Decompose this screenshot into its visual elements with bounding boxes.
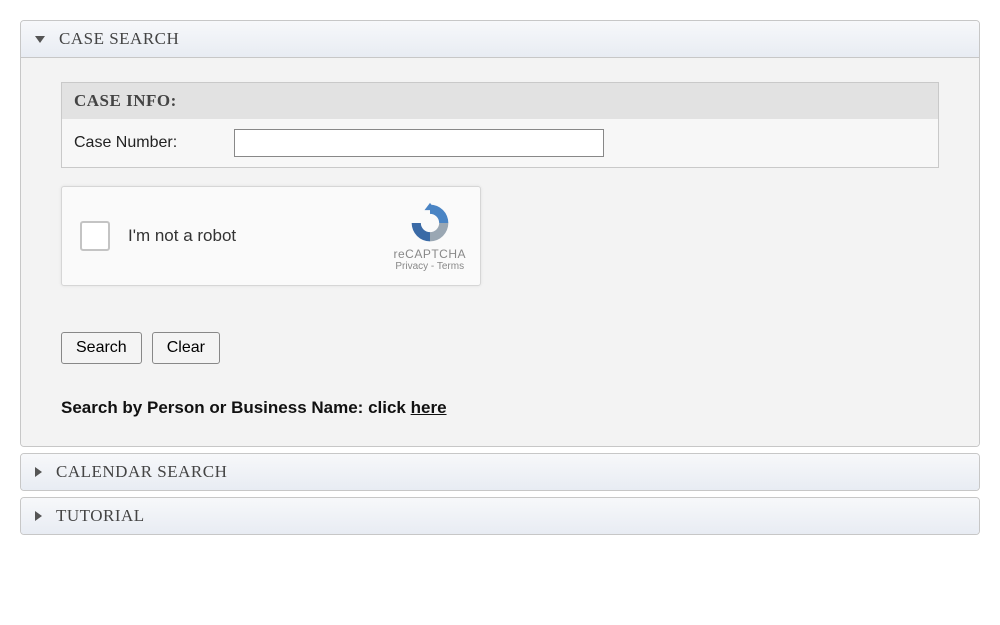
case-number-input[interactable] <box>234 129 604 157</box>
alt-search-line: Search by Person or Business Name: click… <box>61 398 939 418</box>
accordion-header-tutorial[interactable]: TUTORIAL <box>21 498 979 534</box>
case-number-label: Case Number: <box>74 134 234 152</box>
recaptcha-right: reCAPTCHA Privacy - Terms <box>393 201 466 272</box>
accordion-title-case-search: CASE SEARCH <box>59 29 179 49</box>
accordion-tutorial: TUTORIAL <box>20 497 980 535</box>
chevron-down-icon <box>35 36 45 43</box>
recaptcha-links[interactable]: Privacy - Terms <box>393 261 466 272</box>
accordion-calendar-search: CALENDAR SEARCH <box>20 453 980 491</box>
case-info-box: CASE INFO: Case Number: <box>61 82 939 168</box>
recaptcha-label: I'm not a robot <box>128 226 236 246</box>
alt-search-prefix: Search by Person or Business Name: click <box>61 398 411 417</box>
accordion-header-case-search[interactable]: CASE SEARCH <box>21 21 979 58</box>
chevron-right-icon <box>35 467 42 477</box>
alt-search-link[interactable]: here <box>411 398 447 417</box>
recaptcha-logo-icon <box>408 201 452 245</box>
chevron-right-icon <box>35 511 42 521</box>
recaptcha-checkbox[interactable] <box>80 221 110 251</box>
accordion-case-search: CASE SEARCH CASE INFO: Case Number: I'm … <box>20 20 980 447</box>
clear-button[interactable]: Clear <box>152 332 220 364</box>
recaptcha-brand: reCAPTCHA <box>393 247 466 261</box>
recaptcha-widget: I'm not a robot reCAPTCHA Privacy - Term… <box>61 186 481 286</box>
case-info-heading: CASE INFO: <box>62 83 938 119</box>
accordion-title-tutorial: TUTORIAL <box>56 506 145 526</box>
accordion-title-calendar-search: CALENDAR SEARCH <box>56 462 227 482</box>
button-row: Search Clear <box>61 332 939 364</box>
search-button[interactable]: Search <box>61 332 142 364</box>
recaptcha-left: I'm not a robot <box>80 221 236 251</box>
case-number-row: Case Number: <box>62 119 938 167</box>
case-search-body: CASE INFO: Case Number: I'm not a robot <box>21 58 979 446</box>
page-container: CASE SEARCH CASE INFO: Case Number: I'm … <box>0 0 1000 561</box>
accordion-header-calendar-search[interactable]: CALENDAR SEARCH <box>21 454 979 490</box>
